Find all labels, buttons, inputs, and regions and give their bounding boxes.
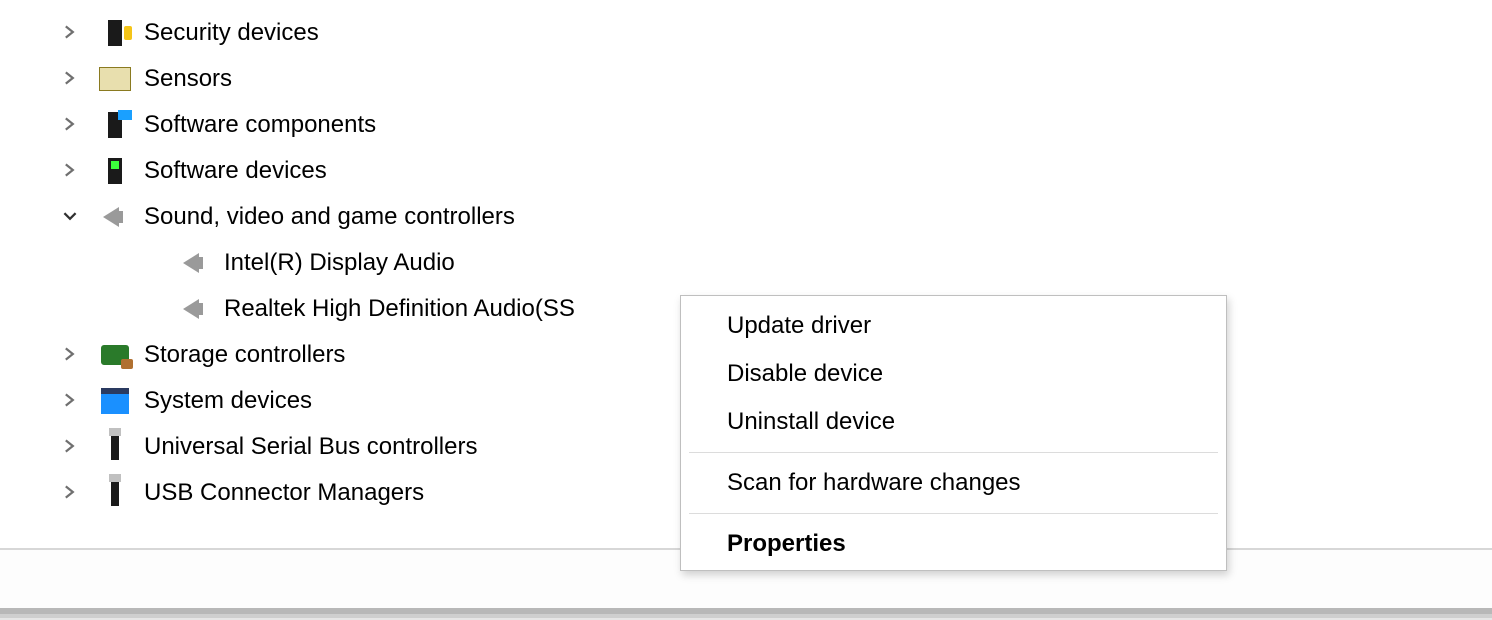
chevron-down-icon [63,209,77,223]
tree-item-sensors[interactable]: Sensors [0,56,680,102]
chevron-right-icon [63,485,77,499]
context-menu[interactable]: Update driver Disable device Uninstall d… [680,295,1227,571]
usb-icon [98,476,132,510]
tree-item-software-devices[interactable]: Software devices [0,148,680,194]
expand-toggle[interactable] [60,424,80,470]
tree-item-label: Software components [144,102,376,148]
software-component-icon [98,108,132,142]
chevron-right-icon [63,163,77,177]
menu-uninstall-device[interactable]: Uninstall device [681,398,1226,446]
tree-item-label: Intel(R) Display Audio [224,240,455,286]
expand-toggle[interactable] [60,378,80,424]
security-device-icon [98,16,132,50]
storage-controller-icon [98,338,132,372]
menu-scan-hardware[interactable]: Scan for hardware changes [681,459,1226,507]
menu-separator [689,513,1218,514]
tree-item-software-components[interactable]: Software components [0,102,680,148]
software-device-icon [98,154,132,188]
expand-toggle[interactable] [60,148,80,194]
expand-toggle[interactable] [60,102,80,148]
expand-toggle[interactable] [60,10,80,56]
chevron-right-icon [63,347,77,361]
menu-separator [689,452,1218,453]
menu-properties[interactable]: Properties [681,520,1226,568]
sensors-icon [98,62,132,96]
chevron-right-icon [63,393,77,407]
expand-toggle[interactable] [60,470,80,516]
chevron-right-icon [63,117,77,131]
tree-item-label: Sensors [144,56,232,102]
chevron-right-icon [63,25,77,39]
chevron-right-icon [63,439,77,453]
menu-update-driver[interactable]: Update driver [681,302,1226,350]
tree-item-security-devices[interactable]: Security devices [0,10,680,56]
tree-item-intel-display-audio[interactable]: Intel(R) Display Audio [0,240,680,286]
expand-toggle[interactable] [60,194,80,240]
tree-item-usb-connector-managers[interactable]: USB Connector Managers [0,470,680,516]
tree-item-usb-controllers[interactable]: Universal Serial Bus controllers [0,424,680,470]
speaker-icon [178,246,212,280]
device-tree[interactable]: Security devices Sensors Software compon… [0,10,680,516]
speaker-icon [98,200,132,234]
tree-item-label: Sound, video and game controllers [144,194,515,240]
tree-item-sound-video-game[interactable]: Sound, video and game controllers [0,194,680,240]
tree-item-system-devices[interactable]: System devices [0,378,680,424]
window-shadow [0,608,1492,614]
speaker-icon [178,292,212,326]
tree-item-label: Realtek High Definition Audio(SS [224,286,575,332]
expand-toggle[interactable] [60,332,80,378]
tree-item-label: Security devices [144,10,319,56]
chevron-right-icon [63,71,77,85]
tree-item-label: Software devices [144,148,327,194]
tree-item-storage-controllers[interactable]: Storage controllers [0,332,680,378]
tree-item-label: USB Connector Managers [144,470,424,516]
expand-toggle[interactable] [60,56,80,102]
usb-icon [98,430,132,464]
menu-disable-device[interactable]: Disable device [681,350,1226,398]
tree-item-label: System devices [144,378,312,424]
tree-item-realtek-hd-audio[interactable]: Realtek High Definition Audio(SS [0,286,680,332]
system-device-icon [98,384,132,418]
tree-item-label: Universal Serial Bus controllers [144,424,477,470]
tree-item-label: Storage controllers [144,332,345,378]
